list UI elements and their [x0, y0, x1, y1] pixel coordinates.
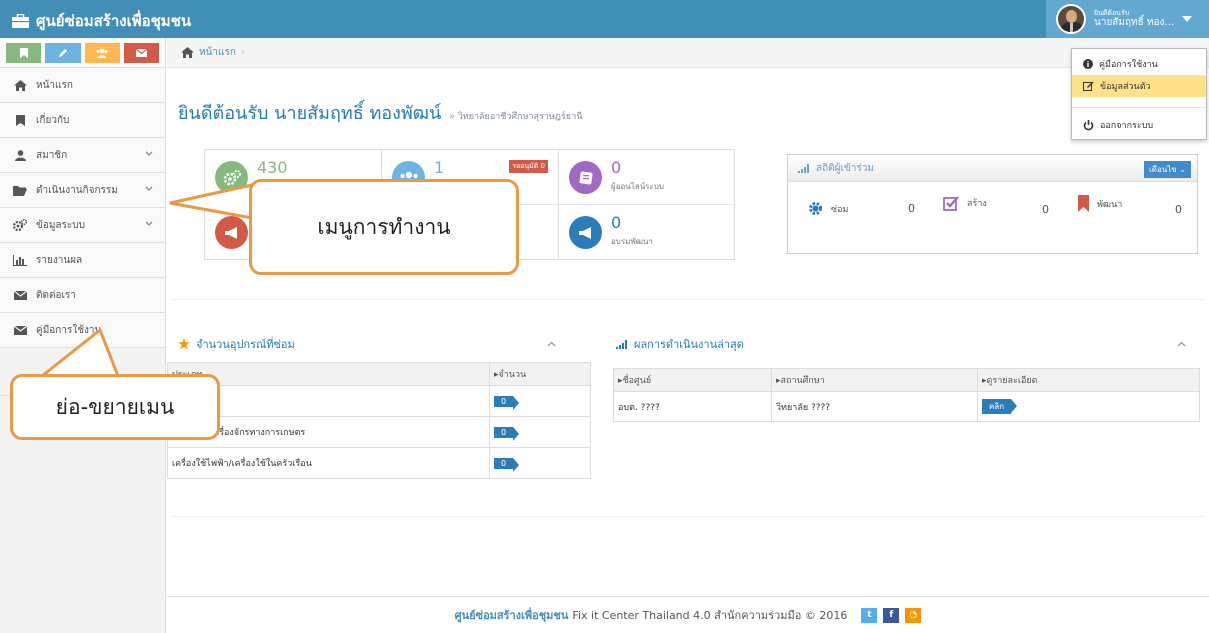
callout-collapse: ย่อ-ขยายเมน: [10, 374, 220, 440]
callout-arrows: [41, 183, 253, 378]
callout-menu: เมนูการทำงาน: [249, 179, 519, 275]
